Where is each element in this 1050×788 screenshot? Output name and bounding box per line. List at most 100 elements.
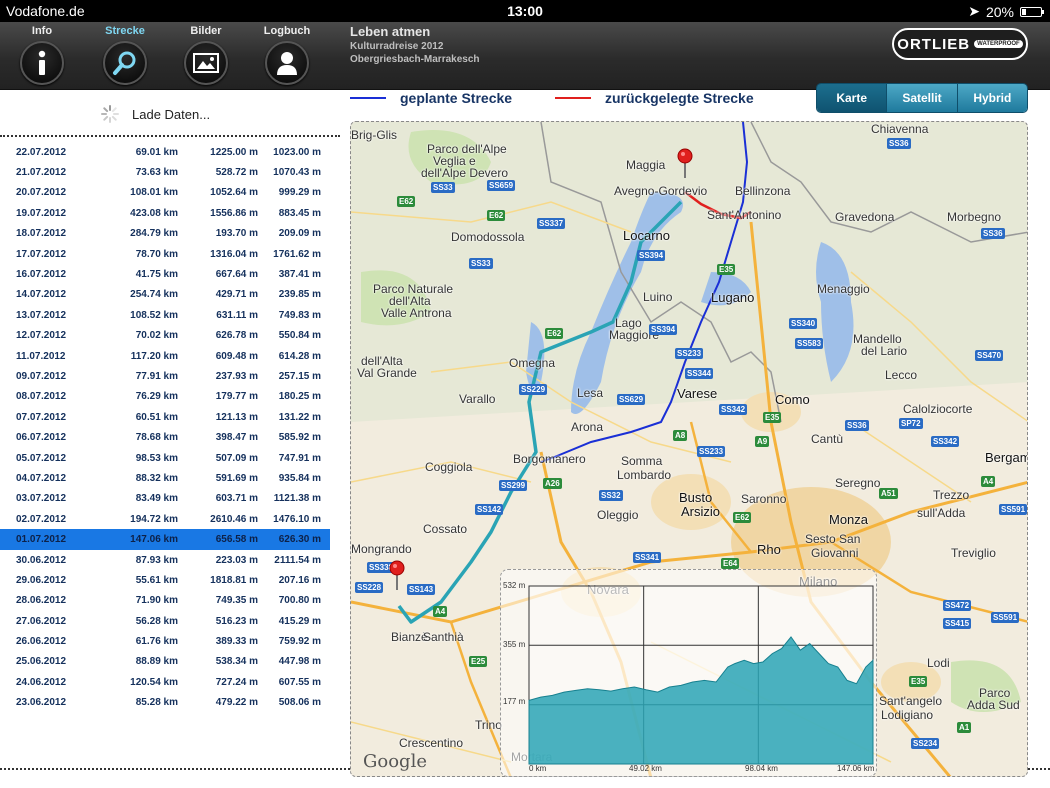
google-attribution: Google [363,751,427,772]
road-shield: SS394 [637,250,666,261]
nav-logbuch[interactable]: Logbuch [257,22,317,85]
day-row[interactable]: 29.06.2012 55.61 km 1818.81 m 207.16 m [0,570,330,590]
day-row[interactable]: 26.06.2012 61.76 km 389.33 m 759.92 m [0,631,330,651]
map-place-label: Avegno-Gordevio [614,184,708,198]
day-row[interactable]: 11.07.2012 117.20 km 609.48 m 614.28 m [0,346,330,366]
road-shield: SP72 [899,418,923,429]
map-place-label: Varese [677,386,718,401]
map-type-satellit[interactable]: Satellit [887,84,958,112]
day-distance: 85.28 km [135,697,178,709]
day-row[interactable]: 05.07.2012 98.53 km 507.09 m 747.91 m [0,448,330,468]
day-date: 06.07.2012 [16,432,67,444]
day-row[interactable]: 08.07.2012 76.29 km 179.77 m 180.25 m [0,387,330,407]
day-row[interactable]: 24.06.2012 120.54 km 727.24 m 607.55 m [0,672,330,692]
nav-bilder[interactable]: Bilder [176,22,236,85]
day-row[interactable]: 03.07.2012 83.49 km 603.71 m 1121.38 m [0,489,330,509]
map-place-label: Trezzo [933,488,970,502]
divider-top [0,135,340,137]
ortlieb-logo: ORTLIEB WATERPROOF [892,28,1028,60]
day-distance: 83.49 km [135,493,178,505]
day-row[interactable]: 18.07.2012 284.79 km 193.70 m 209.09 m [0,224,330,244]
day-distance: 88.89 km [135,656,178,668]
day-row[interactable]: 19.07.2012 423.08 km 1556.86 m 883.45 m [0,203,330,223]
day-descent: 626.30 m [278,534,321,546]
day-row[interactable]: 04.07.2012 88.32 km 591.69 m 935.84 m [0,468,330,488]
day-ascent: 237.93 m [215,370,258,382]
day-descent: 607.55 m [278,676,321,688]
day-descent: 749.83 m [278,309,321,321]
day-ascent: 516.23 m [215,615,258,627]
day-row[interactable]: 17.07.2012 78.70 km 1316.04 m 1761.62 m [0,244,330,264]
day-row[interactable]: 09.07.2012 77.91 km 237.93 m 257.15 m [0,366,330,386]
map-place-label: Borgomanero [513,452,586,466]
road-shield: E35 [909,676,928,687]
day-row[interactable]: 13.07.2012 108.52 km 631.11 m 749.83 m [0,305,330,325]
day-row[interactable]: 30.06.2012 87.93 km 223.03 m 2111.54 m [0,550,330,570]
day-row[interactable]: 12.07.2012 70.02 km 626.78 m 550.84 m [0,326,330,346]
day-distance: 423.08 km [130,207,178,219]
day-date: 04.07.2012 [16,472,67,484]
nav-strecke[interactable]: Strecke [95,22,155,85]
road-shield: A1 [957,722,972,733]
day-descent: 700.80 m [278,595,321,607]
day-row[interactable]: 02.07.2012 194.72 km 2610.46 m 1476.10 m [0,509,330,529]
day-distance: 87.93 km [135,554,178,566]
map-type-karte[interactable]: Karte [817,84,888,112]
day-ascent: 1052.64 m [210,187,258,199]
day-ascent: 179.77 m [215,391,258,403]
day-date: 02.07.2012 [16,513,67,525]
day-date: 30.06.2012 [16,554,67,566]
map-place-label: Monza [829,512,869,527]
road-shield: SS33 [431,182,455,193]
nav-info[interactable]: Info [12,22,72,85]
map-place-label: Varallo [459,392,496,406]
picture-icon [193,53,219,73]
day-ascent: 398.47 m [215,432,258,444]
road-shield: SS342 [719,404,748,415]
day-descent: 883.45 m [278,207,321,219]
day-row[interactable]: 28.06.2012 71.90 km 749.35 m 700.80 m [0,591,330,611]
day-date: 20.07.2012 [16,187,67,199]
map-type-hybrid[interactable]: Hybrid [957,84,1027,112]
day-descent: 447.98 m [278,656,321,668]
day-row[interactable]: 22.07.2012 69.01 km 1225.00 m 1023.00 m [0,142,330,162]
day-descent: 131.22 m [278,411,321,423]
day-list[interactable]: 22.07.2012 69.01 km 1225.00 m 1023.00 m 21.0… [0,142,330,713]
day-row[interactable]: 21.07.2012 73.63 km 528.72 m 1070.43 m [0,162,330,182]
road-shield: SS33 [469,258,493,269]
road-shield: SS583 [795,338,824,349]
day-row[interactable]: 23.06.2012 85.28 km 479.22 m 508.06 m [0,693,330,713]
day-ascent: 223.03 m [215,554,258,566]
day-ascent: 749.35 m [215,595,258,607]
road-shield: A4 [433,606,448,617]
legend-traveled-label: zurückgelegte Strecke [605,90,754,106]
day-date: 05.07.2012 [16,452,67,464]
road-shield: SS32 [599,490,623,501]
day-ascent: 603.71 m [215,493,258,505]
day-descent: 585.92 m [278,432,321,444]
day-row[interactable]: 06.07.2012 78.68 km 398.47 m 585.92 m [0,427,330,447]
app-root: Vodafone.de 13:00 ➤ 20% Info Strecke Bil… [0,0,1050,788]
road-shield: SS229 [519,384,548,395]
road-shield: A26 [543,478,562,489]
legend-planned: geplante Strecke [350,90,512,106]
day-row[interactable]: 27.06.2012 56.28 km 516.23 m 415.29 m [0,611,330,631]
day-row[interactable]: 07.07.2012 60.51 km 121.13 m 131.22 m [0,407,330,427]
road-shield: SS143 [407,584,436,595]
day-ascent: 727.24 m [215,676,258,688]
day-row[interactable]: 25.06.2012 88.89 km 538.34 m 447.98 m [0,652,330,672]
road-shield: SS659 [487,180,516,191]
elev-x-label-3: 147.06 km [837,764,875,773]
location-arrow-icon: ➤ [968,3,980,19]
day-descent: 1761.62 m [273,248,321,260]
day-row[interactable]: 01.07.2012 147.06 km 656.58 m 626.30 m [0,529,330,550]
day-distance: 88.32 km [135,472,178,484]
day-ascent: 1225.00 m [210,146,258,158]
map-place-label: Crescentino [399,736,464,750]
map-place-label: Cossato [423,522,468,536]
day-row[interactable]: 16.07.2012 41.75 km 667.64 m 387.41 m [0,264,330,284]
day-row[interactable]: 20.07.2012 108.01 km 1052.64 m 999.29 m [0,183,330,203]
map-place-label: Lugano [711,290,755,305]
day-ascent: 538.34 m [215,656,258,668]
day-row[interactable]: 14.07.2012 254.74 km 429.71 m 239.85 m [0,285,330,305]
